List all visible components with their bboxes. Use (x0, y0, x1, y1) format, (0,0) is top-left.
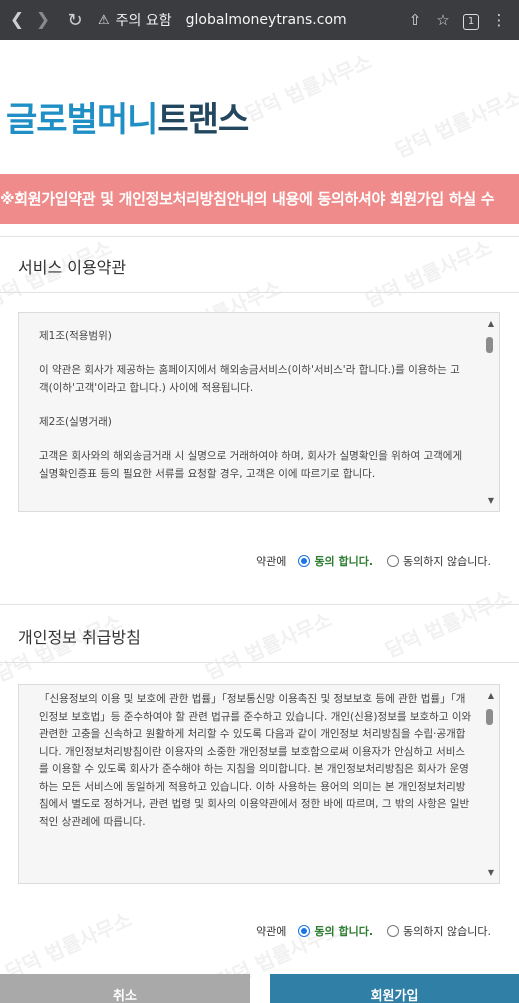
divider (0, 292, 519, 293)
terms-paragraph: 이 약관은 회사가 제공하는 홈페이지에서 해외송금서비스(이하'서비스'라 합… (39, 364, 460, 394)
reload-icon[interactable]: ↻ (62, 0, 88, 40)
agree-label: 약관에 (256, 555, 287, 568)
service-agree-no-label[interactable]: 동의하지 않습니다. (403, 553, 491, 569)
privacy-policy-textarea[interactable]: 「신용정보의 이용 및 보호에 관한 법률」「정보통신망 이용촉진 및 정보보호… (18, 684, 500, 884)
service-terms-agree-row: 약관에 동의 합니다. 동의하지 않습니다. (256, 553, 491, 569)
agreement-notice-banner: ※회원가입약관 및 개인정보처리방침안내의 내용에 동의하셔야 회원가입 하실 … (0, 174, 519, 224)
tab-switcher-button[interactable]: 1 (457, 10, 485, 30)
service-agree-no-radio[interactable] (387, 555, 400, 567)
join-button[interactable]: 회원가입 (270, 974, 519, 1003)
site-logo[interactable]: 글로벌머니트랜스 (6, 92, 249, 141)
notice-text: ※회원가입약관 및 개인정보처리방침안내의 내용에 동의하셔야 회원가입 하실 … (0, 190, 495, 208)
watermark-text: 담덕 법률사무소 (241, 49, 376, 127)
privacy-policy-title: 개인정보 취급방침 (18, 628, 141, 647)
more-menu-icon[interactable]: ⋮ (485, 11, 513, 29)
address-bar[interactable]: ⚠ 주의 요함 globalmoneytrans.com (98, 0, 347, 40)
service-agree-yes-label[interactable]: 동의 합니다. (314, 553, 373, 569)
privacy-agree-yes-radio[interactable] (298, 925, 311, 937)
privacy-paragraph: 「신용정보의 이용 및 보호에 관한 법률」「정보통신망 이용촉진 및 정보보호… (39, 693, 472, 828)
privacy-agree-yes-label[interactable]: 동의 합니다. (314, 923, 373, 939)
scroll-down-icon[interactable]: ▼ (488, 496, 494, 505)
not-secure-icon[interactable]: ⚠ (98, 13, 110, 28)
cancel-button[interactable]: 취소 (0, 974, 250, 1003)
share-icon[interactable]: ⇧ (401, 11, 429, 29)
logo-text-primary: 글로벌머니 (6, 100, 158, 140)
service-terms-textarea[interactable]: 제1조(적용범위) 이 약관은 회사가 제공하는 홈페이지에서 해외송금서비스(… (18, 312, 500, 512)
scroll-thumb[interactable] (486, 709, 493, 725)
watermark-text: 담덕 법률사무소 (381, 585, 516, 663)
logo-text-secondary: 트랜스 (157, 100, 249, 140)
scroll-up-icon[interactable]: ▲ (488, 319, 494, 328)
scrollbar[interactable]: ▲ ▼ (481, 685, 499, 883)
scroll-down-icon[interactable]: ▼ (488, 868, 494, 877)
divider (0, 236, 519, 237)
scroll-up-icon[interactable]: ▲ (488, 691, 494, 700)
chevron-left-icon[interactable]: ❮ (4, 0, 30, 40)
watermark-text: 담덕 법률사무소 (361, 235, 496, 313)
watermark-text: 담덕 법률사무소 (201, 607, 336, 685)
bookmark-star-icon[interactable]: ☆ (429, 11, 457, 29)
divider (0, 662, 519, 663)
browser-toolbar: ❮ ❯ ↻ ⚠ 주의 요함 globalmoneytrans.com ⇧ ☆ 1… (0, 0, 519, 40)
service-agree-yes-radio[interactable] (298, 555, 311, 567)
privacy-agree-row: 약관에 동의 합니다. 동의하지 않습니다. (256, 923, 491, 939)
terms-paragraph: 제2조(실명거래) (39, 416, 112, 428)
chevron-right-icon[interactable]: ❯ (30, 0, 56, 40)
privacy-agree-no-radio[interactable] (387, 925, 400, 937)
terms-paragraph: 고객은 회사와의 해외송금거래 시 실명으로 거래하여야 하며, 회사가 실명확… (39, 450, 463, 480)
divider (0, 604, 519, 605)
security-label: 주의 요함 (115, 13, 172, 29)
terms-paragraph: 제1조(적용범위) (39, 330, 112, 342)
scroll-thumb[interactable] (486, 337, 493, 353)
agree-label: 약관에 (256, 925, 287, 938)
watermark-text: 담덕 법률사무소 (391, 85, 519, 163)
service-terms-title: 서비스 이용약관 (18, 258, 127, 277)
scrollbar[interactable]: ▲ ▼ (481, 313, 499, 511)
privacy-agree-no-label[interactable]: 동의하지 않습니다. (403, 923, 491, 939)
url-text[interactable]: globalmoneytrans.com (186, 12, 347, 28)
